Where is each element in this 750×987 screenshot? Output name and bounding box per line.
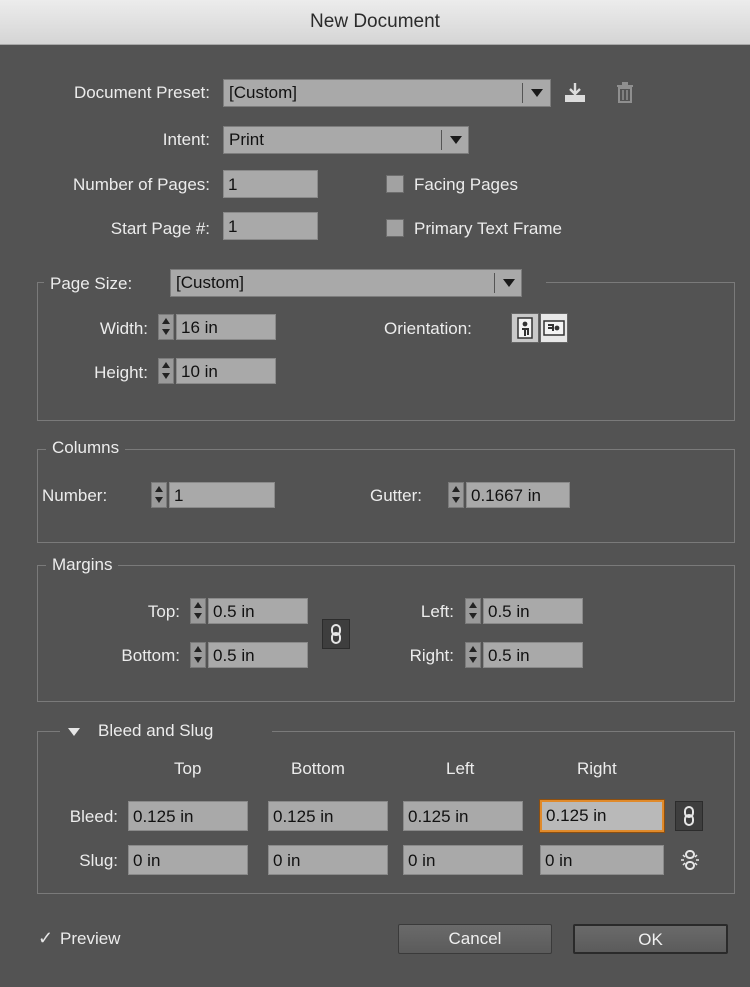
page-size-group [37, 282, 735, 421]
preview-checkmark-icon[interactable]: ✓ [38, 928, 53, 949]
margin-bottom-label: Bottom: [121, 646, 180, 665]
slug-bottom-field[interactable]: 0 in [268, 845, 388, 875]
link-bleed-button[interactable] [675, 801, 703, 831]
columns-title: Columns [46, 438, 126, 458]
margins-title: Margins [46, 555, 119, 575]
bleed-bottom-field[interactable]: 0.125 in [268, 801, 388, 831]
intent-value: Print [229, 130, 264, 149]
height-stepper[interactable] [158, 358, 174, 384]
slug-left-field[interactable]: 0 in [403, 845, 523, 875]
bleed-right-field[interactable]: 0.125 in [540, 800, 664, 832]
delete-preset-icon[interactable] [614, 81, 636, 105]
document-preset-value: [Custom] [229, 83, 298, 102]
dialog-body: Document Preset: [Custom] Intent: Print … [8, 45, 742, 979]
primary-text-frame-checkbox[interactable] [386, 219, 404, 237]
number-of-pages-field[interactable]: 1 [223, 170, 318, 198]
bleed-left-field[interactable]: 0.125 in [403, 801, 523, 831]
margin-top-label: Top: [147, 602, 180, 621]
bleed-label: Bleed: [69, 807, 118, 826]
margin-bottom-field[interactable]: 0.5 in [208, 642, 308, 668]
margin-top-field[interactable]: 0.5 in [208, 598, 308, 624]
chevron-down-icon [526, 80, 548, 106]
gutter-field[interactable]: 0.1667 in [466, 482, 570, 508]
chain-link-icon [684, 806, 694, 826]
cancel-button[interactable]: Cancel [398, 924, 552, 954]
margin-top-stepper[interactable] [190, 598, 206, 624]
broken-chain-icon [681, 850, 699, 870]
columns-number-stepper[interactable] [151, 482, 167, 508]
orientation-label: Orientation: [384, 319, 472, 338]
margins-group [37, 565, 735, 702]
margin-bottom-stepper[interactable] [190, 642, 206, 668]
ok-button[interactable]: OK [573, 924, 728, 954]
gutter-label: Gutter: [370, 486, 422, 505]
unlink-slug-button[interactable] [676, 845, 704, 875]
margin-left-field[interactable]: 0.5 in [483, 598, 583, 624]
start-page-label: Start Page #: [110, 219, 210, 238]
gutter-stepper[interactable] [448, 482, 464, 508]
bleed-header-bottom: Bottom [291, 759, 345, 778]
bleed-top-field[interactable]: 0.125 in [128, 801, 248, 831]
margin-right-label: Right: [409, 646, 454, 665]
landscape-icon [543, 320, 565, 336]
height-field[interactable]: 10 in [176, 358, 276, 384]
height-label: Height: [94, 363, 148, 382]
new-document-dialog: New Document Document Preset: [Custom] I… [0, 0, 750, 987]
width-field[interactable]: 16 in [176, 314, 276, 340]
portrait-orientation-button[interactable] [511, 313, 539, 343]
columns-number-field[interactable]: 1 [169, 482, 275, 508]
disclosure-triangle-icon[interactable] [68, 728, 80, 736]
number-of-pages-label: Number of Pages: [72, 175, 210, 194]
facing-pages-label: Facing Pages [414, 175, 518, 194]
slug-right-field[interactable]: 0 in [540, 845, 664, 875]
document-preset-label: Document Preset: [73, 83, 210, 102]
bleed-slug-title: Bleed and Slug [98, 721, 214, 740]
bleed-header-top: Top [174, 759, 202, 778]
width-label: Width: [99, 319, 148, 338]
facing-pages-checkbox[interactable] [386, 175, 404, 193]
slug-top-field[interactable]: 0 in [128, 845, 248, 875]
intent-label: Intent: [162, 130, 210, 149]
margin-right-field[interactable]: 0.5 in [483, 642, 583, 668]
intent-dropdown[interactable]: Print [223, 126, 469, 154]
columns-number-label: Number: [42, 486, 108, 505]
width-stepper[interactable] [158, 314, 174, 340]
page-size-dropdown[interactable]: [Custom] [170, 269, 522, 297]
slug-label: Slug: [79, 851, 118, 870]
bleed-header-left: Left [446, 759, 475, 778]
chevron-down-icon [498, 270, 520, 296]
chain-link-icon [331, 624, 341, 644]
margin-left-label: Left: [420, 602, 454, 621]
link-margins-button[interactable] [322, 619, 350, 649]
start-page-field[interactable]: 1 [223, 212, 318, 240]
margin-right-stepper[interactable] [465, 642, 481, 668]
primary-text-frame-label: Primary Text Frame [414, 219, 562, 238]
portrait-icon [517, 317, 533, 339]
preview-label: Preview [60, 929, 121, 948]
page-size-value: [Custom] [176, 273, 245, 292]
bleed-header-right: Right [577, 759, 617, 778]
page-size-label: Page Size: [50, 274, 133, 293]
margin-left-stepper[interactable] [465, 598, 481, 624]
save-preset-icon[interactable] [562, 81, 588, 105]
chevron-down-icon [445, 127, 467, 153]
document-preset-dropdown[interactable]: [Custom] [223, 79, 551, 107]
window-title: New Document [0, 0, 750, 45]
landscape-orientation-button[interactable] [540, 313, 568, 343]
